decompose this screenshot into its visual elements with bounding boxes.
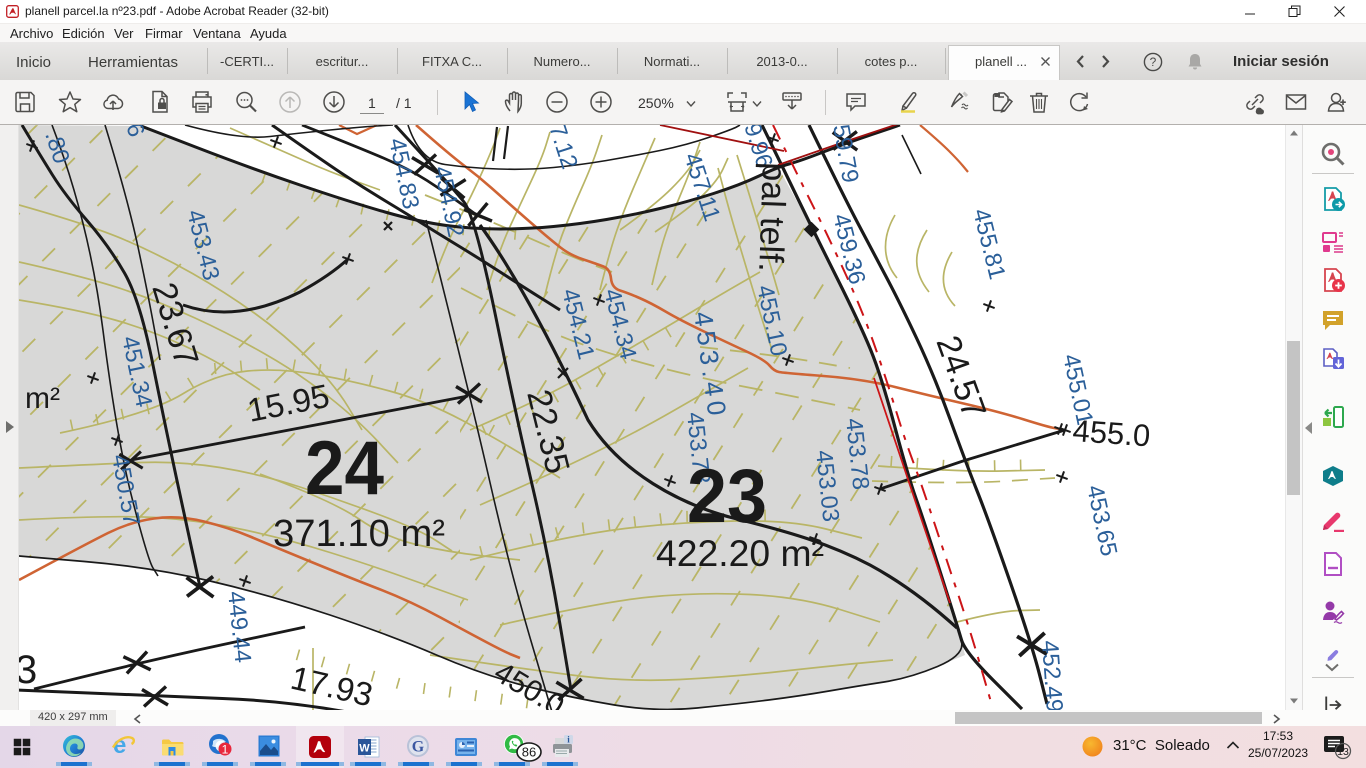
svg-text:17.93: 17.93 xyxy=(287,659,376,710)
svg-text:455.0: 455.0 xyxy=(1072,413,1152,453)
svg-text:7.12: 7.12 xyxy=(544,125,583,172)
svg-text:86: 86 xyxy=(522,745,536,760)
svg-text:371.10 m²: 371.10 m² xyxy=(273,513,445,555)
svg-text:1: 1 xyxy=(222,743,229,757)
svg-text:?: ? xyxy=(1150,55,1157,69)
svg-text:422.20 m²: 422.20 m² xyxy=(656,533,824,574)
svg-text:24.57: 24.57 xyxy=(928,331,993,424)
svg-text:G: G xyxy=(412,739,425,756)
svg-text:452.49: 452.49 xyxy=(1037,640,1068,710)
svg-text:13: 13 xyxy=(1337,746,1349,758)
svg-text:455.81: 455.81 xyxy=(968,206,1011,282)
svg-text:3: 3 xyxy=(19,648,37,692)
svg-text:m²: m² xyxy=(25,382,60,415)
svg-text:pal telf.: pal telf. xyxy=(751,162,793,273)
svg-text:W: W xyxy=(359,743,370,755)
svg-text:23: 23 xyxy=(687,454,767,539)
svg-text:449.44: 449.44 xyxy=(223,590,256,664)
svg-text:24: 24 xyxy=(305,426,384,511)
svg-text:453.65: 453.65 xyxy=(1082,483,1122,559)
